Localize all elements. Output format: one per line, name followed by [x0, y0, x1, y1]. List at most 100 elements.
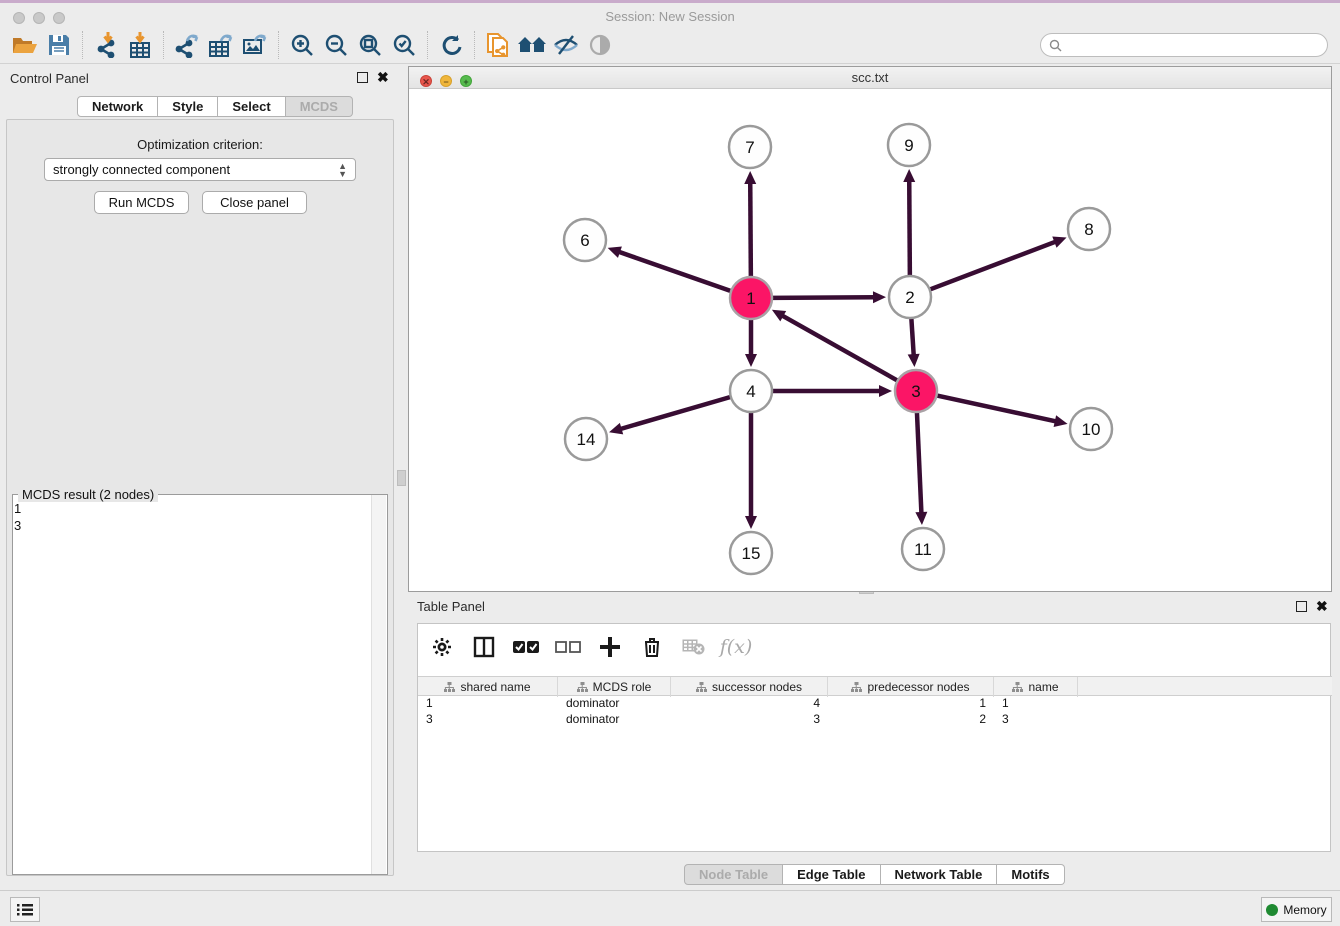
cyndex-icon[interactable]	[515, 30, 549, 60]
tab-network[interactable]: Network	[77, 96, 158, 117]
node-label-4: 4	[746, 382, 755, 401]
tab-network-table[interactable]: Network Table	[881, 864, 998, 885]
tab-node-table[interactable]: Node Table	[684, 864, 783, 885]
cell-successor-nodes[interactable]: 3	[671, 712, 828, 728]
edge-arrowhead	[745, 354, 757, 367]
tab-motifs[interactable]: Motifs	[997, 864, 1064, 885]
column-header-name[interactable]: name	[994, 677, 1078, 697]
deselect-all-icon[interactable]	[554, 632, 582, 662]
table-settings-icon[interactable]	[428, 632, 456, 662]
edge-arrowhead	[915, 512, 927, 525]
tab-style[interactable]: Style	[158, 96, 218, 117]
status-bar	[0, 890, 1340, 926]
edge-1-6[interactable]	[618, 252, 731, 292]
toolbar-separator	[278, 31, 279, 59]
edge-2-9[interactable]	[909, 180, 910, 276]
delete-column-icon[interactable]	[638, 632, 666, 662]
node-label-14: 14	[577, 430, 596, 449]
edge-arrowhead	[908, 354, 920, 367]
tab-mcds[interactable]: MCDS	[286, 96, 353, 117]
column-header-MCDS-role[interactable]: MCDS role	[558, 677, 671, 697]
task-history-button[interactable]	[10, 897, 40, 922]
show-details-icon[interactable]	[583, 30, 617, 60]
optimization-criterion-label: Optimization criterion:	[0, 137, 400, 152]
edge-2-8[interactable]	[930, 241, 1057, 289]
add-column-icon[interactable]	[596, 632, 624, 662]
edge-4-14[interactable]	[620, 397, 731, 429]
cell-successor-nodes[interactable]: 4	[671, 696, 828, 712]
table-panel-tabs: Node TableEdge TableNetwork TableMotifs	[684, 864, 1065, 885]
window-titlebar: Session: New Session	[0, 0, 1340, 26]
node-label-7: 7	[745, 138, 754, 157]
tab-select[interactable]: Select	[218, 96, 285, 117]
close-panel-icon[interactable]: ✖	[377, 72, 389, 83]
cell-shared-name[interactable]: 3	[418, 712, 558, 728]
edge-3-11[interactable]	[917, 412, 922, 514]
float-panel-icon[interactable]	[1296, 601, 1307, 612]
cell-MCDS-role[interactable]: dominator	[558, 696, 671, 712]
refresh-icon[interactable]	[434, 30, 468, 60]
export-network-icon[interactable]	[170, 30, 204, 60]
network-window-titlebar[interactable]: ✕−+ scc.txt	[409, 67, 1331, 89]
tab-edge-table[interactable]: Edge Table	[783, 864, 880, 885]
memory-button[interactable]: Memory	[1261, 897, 1332, 922]
node-table: shared nameMCDS rolesuccessor nodesprede…	[418, 676, 1332, 728]
open-file-icon[interactable]	[8, 30, 42, 60]
cell-predecessor-nodes[interactable]: 2	[828, 712, 994, 728]
memory-status-icon	[1266, 904, 1278, 916]
column-header-shared-name[interactable]: shared name	[418, 677, 558, 697]
zoom-in-icon[interactable]	[285, 30, 319, 60]
table-row[interactable]: 3dominator323	[418, 712, 1332, 728]
zoom-out-icon[interactable]	[319, 30, 353, 60]
table-row[interactable]: 1dominator411	[418, 696, 1332, 712]
criterion-value: strongly connected component	[53, 162, 230, 177]
table-body: 1dominator4113dominator323	[418, 696, 1332, 728]
float-panel-icon[interactable]	[357, 72, 368, 83]
network-canvas[interactable]: 7968124314101511	[409, 89, 1331, 591]
edge-1-2[interactable]	[772, 297, 875, 298]
cell-name[interactable]: 1	[994, 696, 1078, 712]
close-panel-button[interactable]: Close panel	[202, 191, 307, 214]
close-panel-icon[interactable]: ✖	[1316, 601, 1328, 612]
export-image-icon[interactable]	[238, 30, 272, 60]
run-mcds-button[interactable]: Run MCDS	[94, 191, 189, 214]
edge-arrowhead	[744, 171, 756, 184]
control-panel-tabs: NetworkStyleSelectMCDS	[77, 96, 353, 117]
vertical-splitter-grip[interactable]	[397, 470, 406, 486]
edge-3-1[interactable]	[781, 315, 897, 381]
node-label-2: 2	[905, 288, 914, 307]
select-stepper-icon: ▲▼	[338, 162, 347, 178]
edge-3-10[interactable]	[937, 395, 1057, 421]
cell-MCDS-role[interactable]: dominator	[558, 712, 671, 728]
mcds-result-list[interactable]: 13	[14, 500, 372, 534]
column-visibility-icon[interactable]	[470, 632, 498, 662]
zoom-selected-icon[interactable]	[387, 30, 421, 60]
result-scrollbar[interactable]	[371, 495, 386, 874]
node-label-10: 10	[1082, 420, 1101, 439]
control-panel-buttons: ✖	[357, 72, 389, 83]
node-label-3: 3	[911, 382, 920, 401]
search-box[interactable]	[1040, 33, 1328, 57]
export-table-icon[interactable]	[204, 30, 238, 60]
node-table-container: f(x) shared nameMCDS rolesuccessor nodes…	[417, 623, 1331, 852]
result-item[interactable]: 3	[14, 517, 372, 534]
cell-name[interactable]: 3	[994, 712, 1078, 728]
column-header-successor-nodes[interactable]: successor nodes	[671, 677, 828, 697]
function-builder-icon: f(x)	[722, 632, 750, 662]
search-input[interactable]	[1062, 38, 1327, 52]
select-all-icon[interactable]	[512, 632, 540, 662]
criterion-select[interactable]: strongly connected component ▲▼	[44, 158, 356, 181]
hide-details-icon[interactable]	[549, 30, 583, 60]
save-session-icon[interactable]	[42, 30, 76, 60]
import-table-icon[interactable]	[123, 30, 157, 60]
result-item[interactable]: 1	[14, 500, 372, 517]
edge-2-3[interactable]	[911, 318, 913, 356]
cell-predecessor-nodes[interactable]: 1	[828, 696, 994, 712]
cell-shared-name[interactable]: 1	[418, 696, 558, 712]
network-from-table-icon[interactable]	[481, 30, 515, 60]
edge-1-7[interactable]	[750, 182, 751, 277]
import-network-icon[interactable]	[89, 30, 123, 60]
list-icon	[17, 903, 33, 917]
column-header-predecessor-nodes[interactable]: predecessor nodes	[828, 677, 994, 697]
zoom-fit-icon[interactable]	[353, 30, 387, 60]
